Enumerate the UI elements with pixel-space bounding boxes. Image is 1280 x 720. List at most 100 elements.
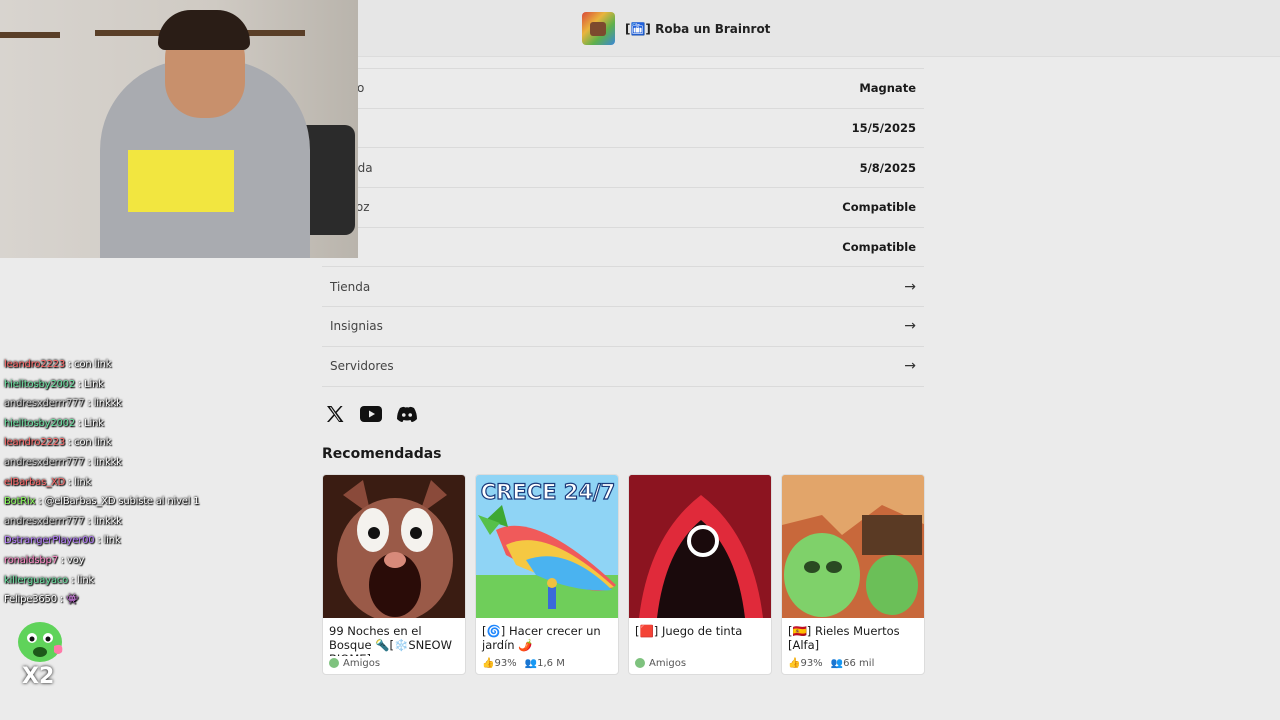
chat-text: : Link <box>75 378 104 390</box>
discord-icon[interactable] <box>396 403 418 425</box>
player-count: 1,6 M <box>537 658 565 669</box>
player-count: 66 mil <box>843 658 875 669</box>
chat-message: leandro2223 : con link <box>4 433 304 453</box>
friends-label: Amigos <box>343 658 381 669</box>
chat-text: : Link <box>75 417 104 429</box>
chat-username: andresxderrr777 <box>4 456 85 468</box>
chat-message: andresxderrr777 : linkkk <box>4 453 304 473</box>
chat-username: DstrangerPlayer00 <box>4 535 95 547</box>
chat-username: andresxderrr777 <box>4 515 85 527</box>
link-label: Servidores <box>330 359 394 374</box>
game-card[interactable]: [🟥] Juego de tinta Amigos <box>628 474 772 675</box>
x-icon[interactable] <box>324 403 346 425</box>
game-card-thumbnail: CRECE 24/7 <box>476 475 618 618</box>
game-title: [🛅] Roba un Brainrot <box>625 21 771 36</box>
game-card-thumbnail <box>782 475 924 618</box>
game-header[interactable]: [🛅] Roba un Brainrot <box>582 12 770 45</box>
chat-text: : con link <box>65 359 112 370</box>
chat-message: elBarbas_XD : link <box>4 473 304 493</box>
game-card-meta: Amigos <box>323 656 465 671</box>
chat-message: killerguayaco : link <box>4 571 304 591</box>
info-value: Compatible <box>842 240 916 255</box>
chat-text: : linkkk <box>84 456 122 468</box>
chat-message: DstrangerPlayer00 : link <box>4 531 304 551</box>
info-value: Magnate <box>859 81 916 96</box>
chat-message: leandro2223 : con link <box>4 355 304 375</box>
chat-message: Felipe3650 : 👾 <box>4 590 304 610</box>
game-thumbnail <box>582 12 615 45</box>
stream-chat: leandro2223 : con link hielitosby2002 : L… <box>4 355 304 610</box>
game-card-title: [🇪🇸] Rieles Muertos [Alfa] <box>788 624 900 652</box>
info-row-voice-chat: de voz Compatible <box>322 188 924 228</box>
webcam-overlay <box>0 0 358 258</box>
arrow-right-icon: → <box>904 358 916 375</box>
players-icon: 👥 <box>524 658 538 669</box>
chat-text: : link <box>68 574 95 586</box>
game-card[interactable]: [🇪🇸] Rieles Muertos [Alfa] 👍93% 👥66 mil <box>781 474 925 675</box>
friends-avatar-icon <box>635 658 645 668</box>
chat-text: : @elBarbas_XD subiste al nivel 1 <box>35 496 200 508</box>
chat-message: ronaldsbp7 : voy <box>4 551 304 571</box>
info-row-genre: énero Magnate <box>322 69 924 109</box>
game-info-table: énero Magnate da 15/5/2025 alizada 5/8/2… <box>322 68 924 387</box>
chat-message: hielitosby2002 : Link <box>4 414 304 434</box>
info-value: Compatible <box>842 200 916 215</box>
game-card-thumbnail <box>629 475 771 618</box>
social-links <box>324 403 418 425</box>
chat-text: : linkkk <box>84 398 122 410</box>
chat-username: killerguayaco <box>4 574 69 586</box>
recommended-cards: 99 Noches en el Bosque 🔦[❄️SNEOW BIOME] … <box>322 474 925 675</box>
chat-username: hielitosby2002 <box>4 417 75 429</box>
game-card-meta: Amigos <box>629 656 771 671</box>
info-row-created: da 15/5/2025 <box>322 109 924 149</box>
chat-text: : linkkk <box>84 515 122 527</box>
badges-link[interactable]: Insignias → <box>322 307 924 347</box>
chat-username: hielitosby2002 <box>4 378 75 390</box>
link-label: Insignias <box>330 319 383 334</box>
game-card-meta: 👍93% 👥66 mil <box>782 656 924 671</box>
game-card-meta: 👍93% 👥1,6 M <box>476 656 618 671</box>
info-value: 15/5/2025 <box>851 121 916 136</box>
thumbnail-banner-text: CRECE 24/7 <box>481 480 616 504</box>
chat-text: : 👾 <box>56 594 79 606</box>
rating-value: 93% <box>800 658 823 669</box>
game-card-title: [🟥] Juego de tinta <box>635 624 743 638</box>
thumbs-up-icon: 👍 <box>482 658 495 669</box>
chat-username: ronaldsbp7 <box>4 554 58 566</box>
link-label: Tienda <box>330 279 371 294</box>
chat-message: hielitosby2002 : Link <box>4 375 304 395</box>
store-link[interactable]: Tienda → <box>322 267 924 308</box>
chat-text: : voy <box>57 554 85 566</box>
arrow-right-icon: → <box>904 318 916 335</box>
info-value: 5/8/2025 <box>859 160 916 175</box>
chat-text: : con link <box>65 437 112 449</box>
chat-text: : link <box>65 476 92 488</box>
emote-icon <box>14 618 66 666</box>
recommended-heading: Recomendadas <box>322 446 442 462</box>
chat-username: Felipe3650 <box>4 594 57 606</box>
youtube-icon[interactable] <box>360 403 382 425</box>
multiplier-label: X2 <box>22 664 55 689</box>
chat-message: andresxderrr777 : linkkk <box>4 512 304 532</box>
game-card-title: [🌀] Hacer crecer un jardín 🌶️ <box>482 624 601 652</box>
game-card[interactable]: 99 Noches en el Bosque 🔦[❄️SNEOW BIOME] … <box>322 474 466 675</box>
chat-username: leandro2223 <box>4 359 66 370</box>
servers-link[interactable]: Servidores → <box>322 347 924 387</box>
thumbs-up-icon: 👍 <box>788 658 801 669</box>
chat-message: BotRix : @elBarbas_XD subiste al nivel 1 <box>4 492 304 512</box>
game-card[interactable]: CRECE 24/7 [🌀] Hacer crecer un jardín 🌶️… <box>475 474 619 675</box>
game-card-title: 99 Noches en el Bosque 🔦[❄️SNEOW BIOME] <box>329 624 452 656</box>
chat-username: elBarbas_XD <box>4 476 66 488</box>
chat-username: BotRix <box>4 496 36 508</box>
info-row-camera: ara Compatible <box>322 228 924 268</box>
chat-message: andresxderrr777 : linkkk <box>4 394 304 414</box>
chat-username: leandro2223 <box>4 437 66 449</box>
chat-text: : link <box>94 535 121 547</box>
info-row-updated: alizada 5/8/2025 <box>322 148 924 189</box>
game-card-thumbnail <box>323 475 465 618</box>
players-icon: 👥 <box>830 658 844 669</box>
friends-avatar-icon <box>329 658 339 668</box>
rating-value: 93% <box>494 658 517 669</box>
arrow-right-icon: → <box>904 278 916 295</box>
chat-username: andresxderrr777 <box>4 398 85 410</box>
